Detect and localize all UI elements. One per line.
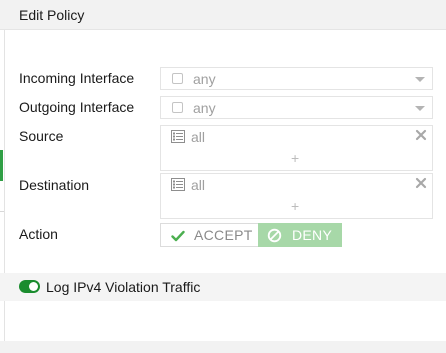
chevron-down-icon [415, 106, 425, 111]
close-icon[interactable] [415, 177, 427, 189]
dialog-title: Edit Policy [19, 7, 85, 23]
dialog-header: Edit Policy [0, 0, 446, 30]
interface-checkbox-icon [172, 102, 183, 113]
add-source-button[interactable]: + [291, 150, 299, 166]
action-label: Action [19, 226, 58, 242]
source-field[interactable]: all + [160, 125, 433, 171]
incoming-interface-label: Incoming Interface [19, 70, 135, 86]
close-icon[interactable] [415, 129, 427, 141]
deny-circle-icon [267, 228, 282, 243]
incoming-interface-value: any [193, 71, 216, 87]
destination-field[interactable]: all + [160, 173, 433, 219]
log-settings-bar: Log IPv4 Violation Traffic [0, 273, 446, 301]
log-violation-toggle[interactable] [19, 280, 40, 293]
interface-checkbox-icon [172, 73, 183, 84]
accept-button[interactable]: ACCEPT [160, 223, 259, 247]
address-list-icon [171, 178, 185, 191]
incoming-interface-select[interactable]: any [160, 67, 433, 90]
toggle-knob [29, 282, 38, 291]
destination-value: all [191, 177, 206, 193]
source-value: all [191, 129, 206, 145]
add-destination-button[interactable]: + [291, 198, 299, 214]
left-tick [0, 211, 4, 212]
deny-label: DENY [292, 227, 333, 243]
source-label: Source [19, 128, 64, 144]
chevron-down-icon [415, 77, 425, 82]
log-violation-label: Log IPv4 Violation Traffic [46, 279, 201, 295]
outgoing-interface-value: any [193, 100, 216, 116]
accept-label: ACCEPT [194, 227, 253, 243]
action-toggle-group: ACCEPT DENY [160, 223, 342, 247]
left-accent-marker [0, 150, 3, 181]
deny-button[interactable]: DENY [258, 223, 342, 247]
outgoing-interface-select[interactable]: any [160, 96, 433, 119]
address-list-icon [171, 130, 185, 143]
outgoing-interface-label: Outgoing Interface [19, 99, 135, 115]
destination-label: Destination [19, 177, 90, 193]
dialog-footer [0, 341, 446, 353]
checkmark-icon [171, 230, 185, 242]
